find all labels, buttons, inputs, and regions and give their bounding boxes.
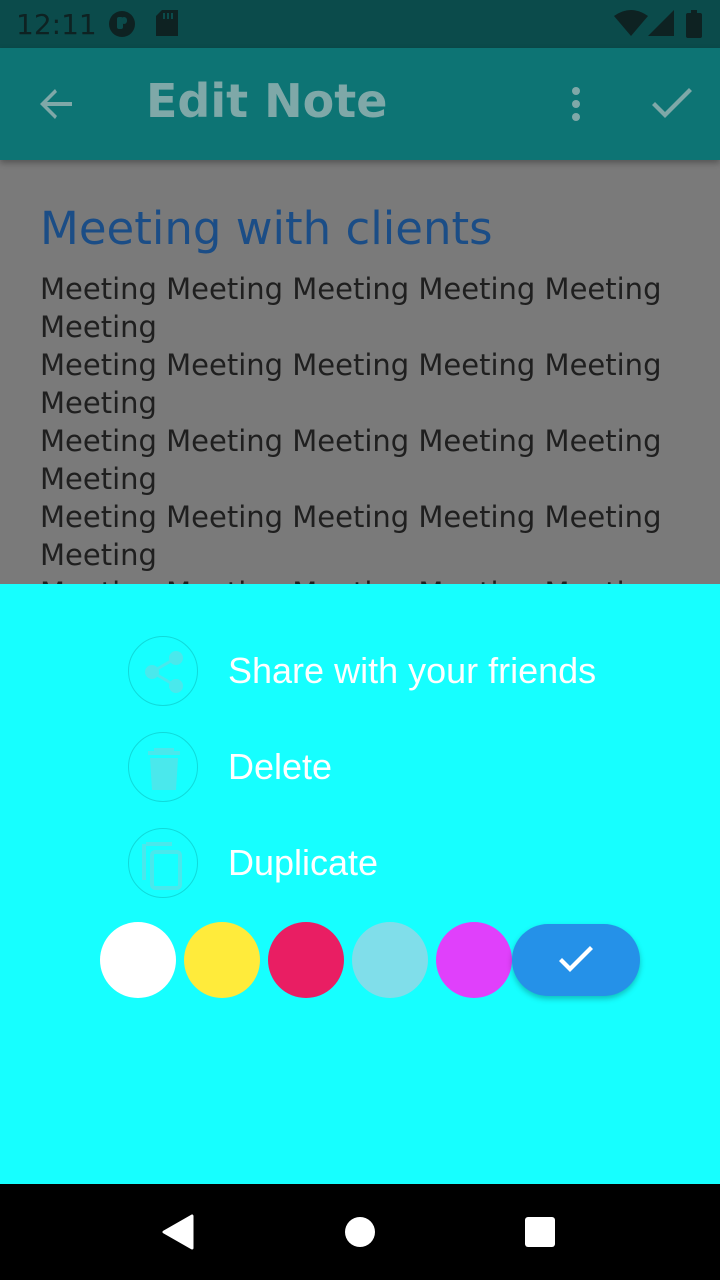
status-bar: 12:11 [0, 0, 720, 48]
sd-card-icon [156, 10, 178, 40]
home-circle-icon[interactable] [344, 1216, 376, 1252]
share-icon [128, 636, 198, 706]
check-icon[interactable] [652, 88, 692, 124]
back-arrow-icon[interactable] [38, 86, 74, 126]
more-vert-icon[interactable] [566, 86, 586, 126]
battery-icon [686, 10, 702, 42]
delete-label: Delete [228, 746, 333, 787]
color-light-blue[interactable] [352, 922, 428, 998]
copy-icon [128, 828, 198, 898]
note-title[interactable]: Meeting with clients [40, 202, 493, 255]
share-label: Share with your friends [228, 650, 597, 691]
page-title: Edit Note [146, 74, 388, 128]
color-white[interactable] [100, 922, 176, 998]
share-action[interactable]: Share with your friends [128, 636, 688, 708]
duplicate-action[interactable]: Duplicate [128, 828, 688, 900]
color-yellow[interactable] [184, 922, 260, 998]
check-icon [559, 946, 593, 972]
color-purple[interactable] [436, 922, 512, 998]
duplicate-label: Duplicate [228, 842, 379, 883]
navigation-bar [0, 1184, 720, 1280]
delete-action[interactable]: Delete [128, 732, 688, 804]
cell-signal-icon [648, 10, 674, 40]
note-content: Meeting with clients Meeting Meeting Mee… [0, 160, 720, 584]
back-triangle-icon[interactable] [162, 1214, 194, 1254]
status-time: 12:11 [16, 8, 97, 41]
pocket-casts-icon [108, 10, 136, 42]
delete-icon [128, 732, 198, 802]
recents-square-icon[interactable] [524, 1216, 556, 1252]
app-bar: Edit Note [0, 48, 720, 160]
wifi-icon [614, 10, 648, 40]
note-body[interactable]: Meeting Meeting Meeting Meeting Meeting … [40, 270, 680, 584]
color-pink[interactable] [268, 922, 344, 998]
confirm-color-button[interactable] [512, 924, 640, 996]
